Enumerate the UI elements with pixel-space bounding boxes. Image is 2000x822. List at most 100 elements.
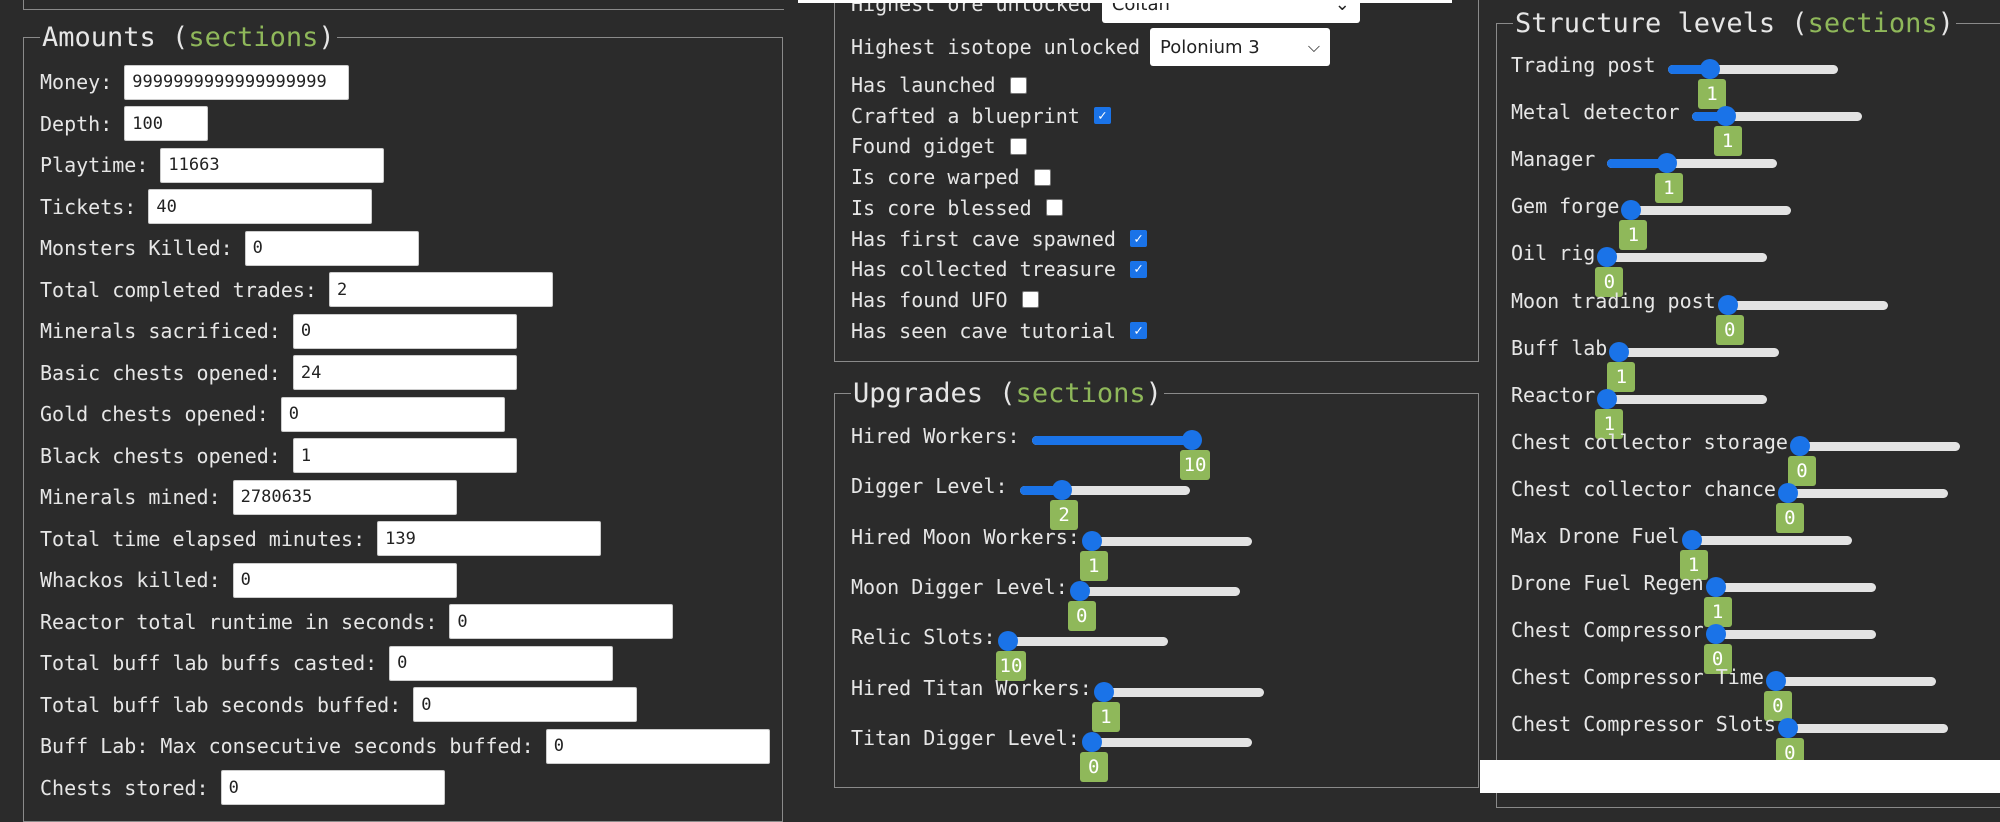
slider-thumb[interactable] <box>1777 718 1798 739</box>
level-slider[interactable]: 1 <box>1607 341 1780 392</box>
amount-field-input[interactable] <box>413 687 638 722</box>
slider-label: Drone Fuel Regen <box>1511 571 1704 596</box>
level-slider[interactable]: 0 <box>1775 718 1948 769</box>
amounts-sections-link[interactable]: sections <box>188 22 318 53</box>
amount-field-input[interactable] <box>148 189 373 224</box>
slider-thumb[interactable] <box>997 631 1018 652</box>
slider-thumb[interactable] <box>1700 59 1720 79</box>
level-slider[interactable]: 0 <box>1067 580 1240 631</box>
flag-checkbox-row[interactable]: Has launched <box>851 72 1027 98</box>
level-slider[interactable]: 0 <box>1775 482 1948 533</box>
level-slider[interactable]: 10 <box>995 631 1168 682</box>
slider-track <box>1715 630 1876 640</box>
slider-thumb[interactable] <box>1597 388 1618 409</box>
amount-field-input[interactable] <box>449 604 674 639</box>
amount-field-label: Tickets: <box>40 194 137 219</box>
flag-checkbox-row[interactable]: Has found UFO <box>851 287 1039 313</box>
level-slider[interactable]: 1 <box>1619 200 1792 251</box>
slider-track <box>1607 253 1768 263</box>
amount-field-input[interactable] <box>377 521 602 556</box>
level-slider[interactable]: 1 <box>1703 577 1876 628</box>
level-slider[interactable]: 1 <box>1691 106 1862 157</box>
amount-field-input[interactable] <box>124 106 209 141</box>
checkbox-checked[interactable]: ✓ <box>1093 107 1111 125</box>
amount-field-input[interactable] <box>160 147 385 183</box>
amount-field-input[interactable] <box>292 438 517 473</box>
flag-checkbox-row[interactable]: Has first cave spawned ✓ <box>851 226 1147 252</box>
slider-thumb[interactable] <box>1052 480 1073 501</box>
flag-checkbox-row[interactable]: Has seen cave tutorial ✓ <box>851 318 1147 344</box>
checkbox-unchecked[interactable] <box>1033 168 1051 186</box>
level-slider[interactable]: 0 <box>1079 731 1252 782</box>
flag-checkbox-row[interactable]: Has collected treasure ✓ <box>851 256 1147 282</box>
level-slider[interactable]: 10 <box>1031 430 1211 480</box>
slider-track <box>1715 583 1876 593</box>
upgrades-legend: Upgrades (sections) <box>853 378 1162 409</box>
amount-field-input[interactable] <box>232 479 457 515</box>
slider-thumb[interactable] <box>1081 530 1102 551</box>
level-slider[interactable]: 1 <box>1667 59 1838 109</box>
flag-checkbox-label: Has seen cave tutorial <box>851 318 1116 343</box>
slider-track <box>1091 536 1252 546</box>
structures-sections-link[interactable]: sections <box>1808 8 1938 39</box>
ore-select[interactable]: Coltan ⌄ <box>1101 0 1360 23</box>
checkbox-unchecked[interactable] <box>1009 137 1027 155</box>
checkbox-checked[interactable]: ✓ <box>1129 230 1147 247</box>
amount-field-input[interactable] <box>220 770 445 805</box>
slider-thumb[interactable] <box>1093 681 1114 702</box>
slider-thumb[interactable] <box>1609 341 1630 362</box>
checkbox-unchecked[interactable] <box>1009 76 1027 94</box>
level-slider[interactable]: 1 <box>1679 530 1852 580</box>
slider-thumb[interactable] <box>1717 294 1738 315</box>
slider-thumb[interactable] <box>1705 577 1726 598</box>
level-slider[interactable]: 0 <box>1703 624 1876 675</box>
amount-field-input[interactable] <box>280 396 505 432</box>
slider-thumb[interactable] <box>1597 247 1618 268</box>
amount-field-input[interactable] <box>232 562 457 598</box>
slider-thumb[interactable] <box>1069 580 1090 601</box>
slider-thumb[interactable] <box>1181 430 1202 450</box>
checkbox-unchecked[interactable] <box>1021 291 1039 309</box>
slider-thumb[interactable] <box>1777 482 1798 503</box>
level-slider[interactable]: 0 <box>1763 671 1936 722</box>
level-slider[interactable]: 1 <box>1595 388 1768 439</box>
slider-thumb[interactable] <box>1081 731 1102 752</box>
amount-field-input[interactable] <box>124 64 350 100</box>
amount-field-input[interactable] <box>328 272 553 307</box>
level-slider[interactable]: 2 <box>1019 480 1190 531</box>
amount-field-input[interactable] <box>292 355 517 390</box>
checkbox-checked[interactable]: ✓ <box>1129 260 1147 278</box>
slider-thumb[interactable] <box>1656 153 1677 174</box>
upgrades-sections-link[interactable]: sections <box>1016 378 1146 409</box>
checkmark-icon: ✓ <box>1098 107 1107 124</box>
level-slider[interactable]: 0 <box>1787 435 1960 486</box>
flag-checkbox-row[interactable]: Crafted a blueprint ✓ <box>851 103 1111 129</box>
slider-thumb[interactable] <box>1789 435 1810 456</box>
slider-thumb[interactable] <box>1765 671 1786 692</box>
top-divider <box>23 0 784 10</box>
level-slider[interactable]: 0 <box>1595 247 1768 298</box>
checkbox-unchecked[interactable] <box>1045 199 1063 217</box>
slider-thumb[interactable] <box>1621 200 1642 221</box>
flag-checkbox-label: Is core warped <box>851 165 1020 190</box>
checkbox-checked[interactable]: ✓ <box>1129 322 1147 340</box>
slider-label: Chest Compressor Time <box>1511 665 1764 690</box>
flag-checkbox-row[interactable]: Is core warped <box>851 164 1051 190</box>
amount-field-input[interactable] <box>389 645 614 681</box>
isotope-select[interactable]: Polonium 3 ⌵ <box>1149 28 1330 66</box>
slider-thumb[interactable] <box>1705 624 1726 645</box>
level-slider[interactable]: 1 <box>1079 530 1252 581</box>
level-slider[interactable]: 1 <box>1607 153 1778 204</box>
amount-field-input[interactable] <box>244 230 419 266</box>
level-slider[interactable]: 0 <box>1715 294 1888 345</box>
flag-checkbox-row[interactable]: Found gidget <box>851 133 1027 159</box>
bottom-right-overlay <box>1480 760 2000 793</box>
slider-thumb[interactable] <box>1681 530 1702 550</box>
amount-field-input[interactable] <box>545 728 770 764</box>
slider-thumb[interactable] <box>1715 106 1736 127</box>
amount-field-row: Whackos killed: <box>40 562 457 598</box>
level-slider[interactable]: 1 <box>1091 681 1264 732</box>
amount-field-input[interactable] <box>292 313 517 349</box>
slider-value-badge: 0 <box>1079 751 1108 782</box>
flag-checkbox-row[interactable]: Is core blessed <box>851 195 1063 221</box>
